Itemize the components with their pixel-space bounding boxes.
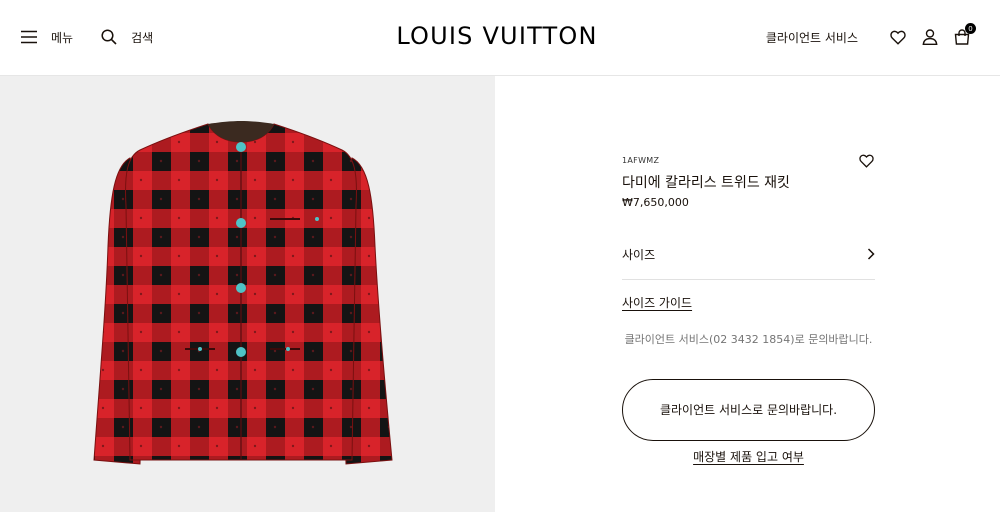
brand-logo[interactable]: LOUIS VUITTON [392,22,602,50]
site-header: 메뉴 검색 LOUIS VUITTON 클라이언트 서비스 0 [0,0,1000,76]
client-service-link[interactable]: 클라이언트 서비스 [766,29,858,46]
size-guide-link[interactable]: 사이즈 가이드 [622,294,692,311]
chevron-right-icon [867,245,875,264]
product-price: ₩7,650,000 [622,196,689,209]
size-selector[interactable]: 사이즈 [622,236,875,280]
hamburger-icon [21,30,37,44]
header-left: 메뉴 검색 [21,26,153,48]
search-button[interactable]: 검색 [101,29,153,46]
header-right: 클라이언트 서비스 0 [766,23,976,48]
client-service-note: 클라이언트 서비스(02 3432 1854)로 문의바랍니다. [624,333,873,346]
search-label: 검색 [131,30,154,45]
size-label: 사이즈 [622,248,656,262]
add-to-wishlist-heart-icon[interactable] [859,153,874,172]
user-icon[interactable] [922,29,938,45]
product-title: 다미에 칼라리스 트위드 재킷 [622,175,790,191]
search-icon [101,29,117,45]
wishlist-heart-icon[interactable] [890,30,906,45]
product-image-panel[interactable] [0,76,495,512]
store-availability-link[interactable]: 매장별 제품 입고 여부 [622,448,875,465]
cart-count-badge: 0 [965,23,976,34]
shopping-bag-icon[interactable]: 0 [954,23,976,45]
menu-button[interactable]: 메뉴 [21,29,73,46]
menu-label: 메뉴 [51,30,74,45]
contact-client-service-button[interactable]: 클라이언트 서비스로 문의바랍니다. [622,379,875,441]
product-image-jacket [93,121,393,465]
product-sku: 1AFWMZ [622,156,660,165]
